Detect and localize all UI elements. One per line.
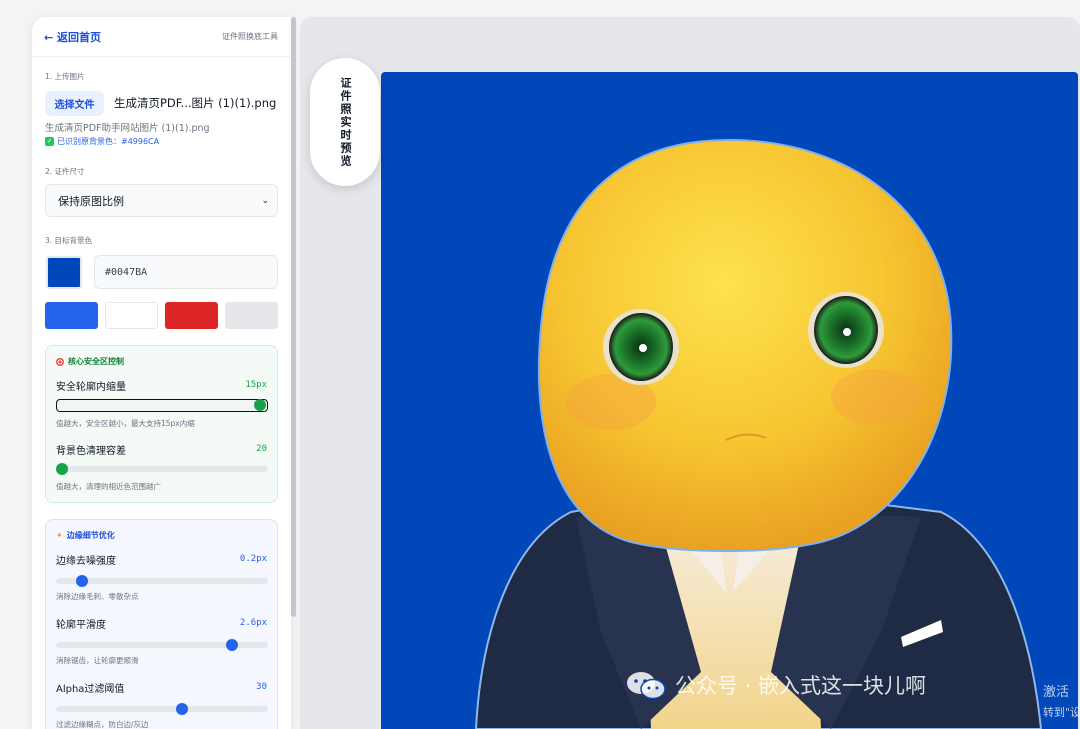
alpha-slider[interactable] <box>56 703 268 715</box>
windows-activation-notice: 激活 转到"设 <box>1043 683 1080 723</box>
smooth-hint: 消除锯齿，让轮廓更顺滑 <box>56 656 139 665</box>
tolerance-label: 背景色清理容差 <box>56 446 126 457</box>
choose-file-button[interactable]: 选择文件 <box>45 91 104 116</box>
sparkle-icon: ✦ <box>56 531 63 540</box>
preview-label-bubble: 证件照实时预览 <box>310 58 380 186</box>
panel-header: ← 返回首页 证件照换底工具 <box>32 17 291 57</box>
inset-label: 安全轮廓内缩量 <box>56 382 126 393</box>
preview-label-text: 证件照实时预览 <box>339 76 352 168</box>
denoise-label: 边缘去噪强度 <box>56 556 116 567</box>
chosen-file-display: 生成清页PDF...图片 (1)(1).png <box>114 96 277 110</box>
alpha-label: Alpha过滤阈值 <box>56 684 125 695</box>
edge-title-text: 边缘细节优化 <box>66 531 115 540</box>
wechat-watermark: 公众号 · 嵌入式这一块儿啊 <box>625 670 926 700</box>
wechat-icon <box>627 672 666 700</box>
bg-section-label: 3. 目标背景色 <box>45 236 93 245</box>
tolerance-value: 20 <box>256 444 267 454</box>
denoise-slider-thumb[interactable] <box>76 575 88 587</box>
preset-red-button[interactable] <box>165 302 218 329</box>
tool-title: 证件照换底工具 <box>222 32 278 41</box>
alpha-slider-thumb[interactable] <box>176 703 188 715</box>
inset-slider-thumb[interactable] <box>254 399 266 411</box>
size-select-value: 保持原图比例 <box>58 194 124 208</box>
check-icon: ✓ <box>45 137 54 146</box>
back-home-link[interactable]: ← 返回首页 <box>44 29 101 45</box>
smooth-value: 2.6px <box>239 618 267 628</box>
detected-color-text: 已识别原背景色：#4996CA <box>57 137 160 146</box>
denoise-slider[interactable] <box>56 575 268 587</box>
tolerance-slider[interactable] <box>56 463 268 475</box>
safe-zone-title-text: 核心安全区控制 <box>68 357 124 366</box>
hex-color-input[interactable]: #0047BA <box>94 255 278 289</box>
inset-hint: 值越大，安全区越小，最大支持15px内缩 <box>56 419 195 428</box>
watermark-text: 公众号 · 嵌入式这一块儿啊 <box>675 674 927 698</box>
smooth-slider[interactable] <box>56 639 268 651</box>
alpha-value: 30 <box>256 682 267 692</box>
tolerance-hint: 值越大，清理的相近色范围越广 <box>56 482 161 491</box>
edge-card: ✦ 边缘细节优化 边缘去噪强度 0.2px 消除边缘毛刺、零散杂点 轮廓平滑度 … <box>45 519 278 729</box>
tolerance-slider-thumb[interactable] <box>56 463 68 475</box>
inset-value: 15px <box>245 380 267 390</box>
preset-blue-button[interactable] <box>45 302 98 329</box>
preset-white-button[interactable] <box>105 302 158 329</box>
smooth-label: 轮廓平滑度 <box>56 620 106 631</box>
id-photo-preview <box>381 72 1078 729</box>
smooth-slider-thumb[interactable] <box>226 639 238 651</box>
safe-zone-card: 核心安全区控制 安全轮廓内缩量 15px 值越大，安全区越小，最大支持15px内… <box>45 345 278 503</box>
character-illustration <box>474 138 1043 729</box>
settings-panel: ← 返回首页 证件照换底工具 1. 上传图片 选择文件 生成清页PDF...图片… <box>32 17 291 729</box>
activation-line-2: 转到"设 <box>1043 706 1080 719</box>
target-icon <box>56 357 64 366</box>
file-name-text: 生成清页PDF助手网站图片 (1)(1).png <box>45 123 210 134</box>
panel-scrollbar[interactable] <box>291 17 296 617</box>
edge-title: ✦ 边缘细节优化 <box>56 530 115 541</box>
inset-slider[interactable] <box>56 399 268 412</box>
denoise-hint: 消除边缘毛刺、零散杂点 <box>56 592 139 601</box>
color-picker-swatch[interactable] <box>46 256 82 289</box>
safe-zone-title: 核心安全区控制 <box>56 356 124 367</box>
denoise-value: 0.2px <box>239 554 267 564</box>
chevron-down-icon: ⌄ <box>261 195 269 206</box>
size-select[interactable]: 保持原图比例 ⌄ <box>45 184 278 217</box>
upload-section-label: 1. 上传图片 <box>45 72 85 81</box>
size-section-label: 2. 证件尺寸 <box>45 167 85 176</box>
alpha-hint: 过滤边缘糊点，防白边/灰边 <box>56 720 149 729</box>
preset-gray-button[interactable] <box>225 302 278 329</box>
activation-line-1: 激活 <box>1043 685 1070 700</box>
detected-color-status: ✓ 已识别原背景色：#4996CA <box>45 136 159 147</box>
